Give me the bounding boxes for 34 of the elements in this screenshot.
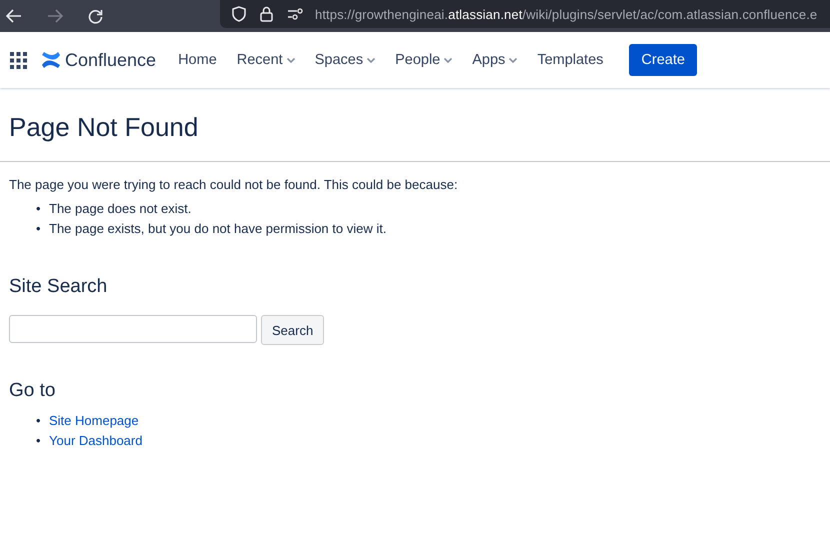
nav-link[interactable]: Home: [178, 52, 217, 68]
intro-text: The page you were trying to reach could not be found. This could be because:: [9, 177, 459, 192]
link[interactable]: Site Homepage: [49, 411, 139, 431]
url-text: https://growthengineai.atlassian.net/wiki/plugins/servlet/ac/com.atlassian.confluence.e: [315, 6, 818, 22]
confluence-logo-icon[interactable]: [41, 51, 61, 69]
address-bar[interactable]: https://growthengineai.atlassian.net/wiki/plugins/servlet/ac/com.atlassian.confluence.e: [220, 0, 830, 28]
app-switcher-icon[interactable]: [10, 52, 27, 68]
nav-link[interactable]: Recent: [236, 52, 283, 68]
nav-link[interactable]: People: [395, 52, 440, 68]
bullet: •: [36, 220, 42, 238]
create-button[interactable]: Create: [629, 44, 697, 76]
bullet: •: [36, 432, 42, 450]
lock-icon[interactable]: [260, 6, 273, 22]
caret-icon[interactable]: [444, 58, 452, 62]
back-icon[interactable]: [6, 9, 22, 23]
product-name[interactable]: Confluence: [65, 50, 156, 70]
nav-link[interactable]: Apps: [472, 52, 506, 68]
search-field[interactable]: [9, 315, 257, 343]
shield-icon[interactable]: [232, 6, 246, 22]
bullet: •: [36, 412, 42, 430]
bullet: •: [36, 200, 42, 218]
caret-icon[interactable]: [286, 58, 295, 62]
link[interactable]: Your Dashboard: [49, 431, 142, 451]
nav-link[interactable]: Spaces: [314, 52, 364, 68]
caret-icon[interactable]: [509, 58, 518, 62]
reason-item: The page exists, but you do not have permission to view it.: [49, 220, 386, 238]
reload-icon[interactable]: [88, 8, 103, 24]
page-title: Page Not Found: [9, 112, 200, 143]
reason-item: The page does not exist.: [49, 200, 192, 218]
nav-link[interactable]: Templates: [537, 52, 604, 68]
caret-icon[interactable]: [367, 58, 376, 62]
section-heading: Go to: [9, 380, 56, 402]
section-heading: Site Search: [9, 276, 108, 298]
search-button[interactable]: Search: [261, 315, 324, 345]
